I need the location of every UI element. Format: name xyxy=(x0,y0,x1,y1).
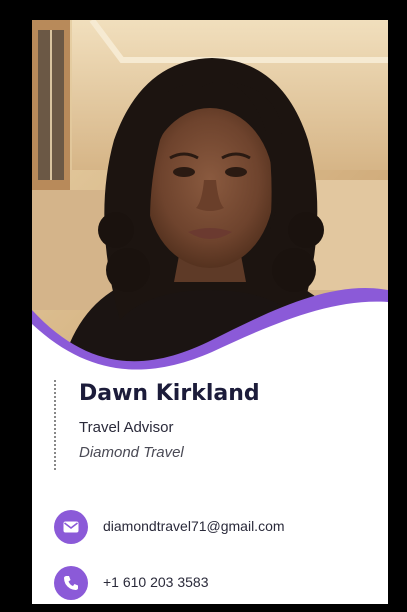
page: Dawn Kirkland Travel Advisor Diamond Tra… xyxy=(0,0,407,612)
email-row[interactable]: diamondtravel71@gmail.com xyxy=(54,510,374,544)
job-title: Travel Advisor xyxy=(79,419,174,436)
envelope-icon xyxy=(54,510,88,544)
phone-number[interactable]: +1 610 203 3583 xyxy=(103,574,209,590)
company-name: Diamond Travel xyxy=(79,444,184,461)
business-card: Dawn Kirkland Travel Advisor Diamond Tra… xyxy=(32,20,388,604)
person-name: Dawn Kirkland xyxy=(79,381,260,406)
email-address[interactable]: diamondtravel71@gmail.com xyxy=(103,518,285,534)
decorative-wave xyxy=(32,280,388,390)
dotted-divider xyxy=(54,380,56,470)
phone-row[interactable]: +1 610 203 3583 xyxy=(54,566,374,600)
phone-icon xyxy=(54,566,88,600)
